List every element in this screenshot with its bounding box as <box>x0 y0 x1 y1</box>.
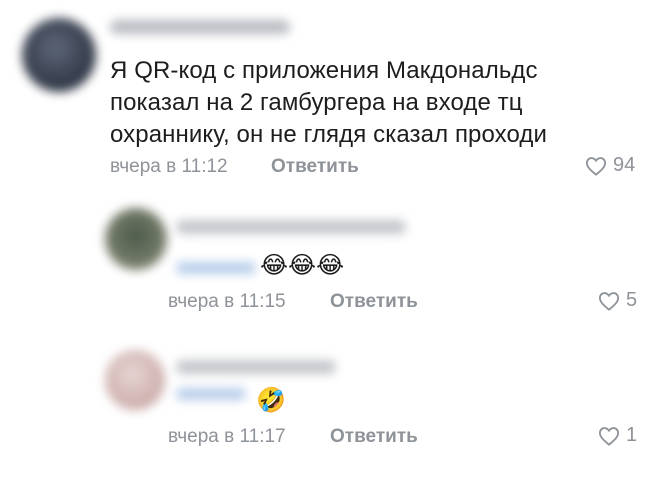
comment-text-line: показал на 2 гамбургера на входе тц <box>110 89 523 116</box>
heart-icon <box>598 291 620 311</box>
comment-time: вчера в 11:15 <box>168 291 286 312</box>
heart-icon <box>598 426 620 446</box>
comment-text-line: Я QR-код с приложения Макдональдс <box>110 57 538 84</box>
like-button[interactable]: 94 <box>585 154 635 177</box>
like-count: 5 <box>626 289 638 311</box>
author-name[interactable] <box>176 360 336 374</box>
reply-button[interactable]: Ответить <box>330 291 418 313</box>
heart-icon <box>585 156 607 176</box>
like-count: 1 <box>626 424 638 446</box>
reply-emojis: 😂😂😂 <box>260 252 345 279</box>
reply-button[interactable]: Ответить <box>271 156 359 178</box>
reply-to-link[interactable] <box>176 388 246 400</box>
like-button[interactable]: 1 <box>598 424 637 447</box>
author-name[interactable] <box>176 220 406 234</box>
reply-emoji: 🤣 <box>256 387 286 414</box>
avatar[interactable] <box>22 18 96 92</box>
comment-time: вчера в 11:17 <box>168 426 286 447</box>
comment-text: Я QR-код с приложения Макдональдс показа… <box>110 55 547 151</box>
avatar[interactable] <box>105 350 165 410</box>
reply-button[interactable]: Ответить <box>330 426 418 448</box>
like-count: 94 <box>613 154 636 176</box>
comment-text-line: охраннику, он не глядя сказал проходи <box>110 121 548 148</box>
like-button[interactable]: 5 <box>598 289 637 312</box>
comment-time: вчера в 11:12 <box>110 156 228 177</box>
author-name[interactable] <box>110 20 290 34</box>
reply-to-link[interactable] <box>176 262 256 274</box>
avatar[interactable] <box>105 208 167 270</box>
